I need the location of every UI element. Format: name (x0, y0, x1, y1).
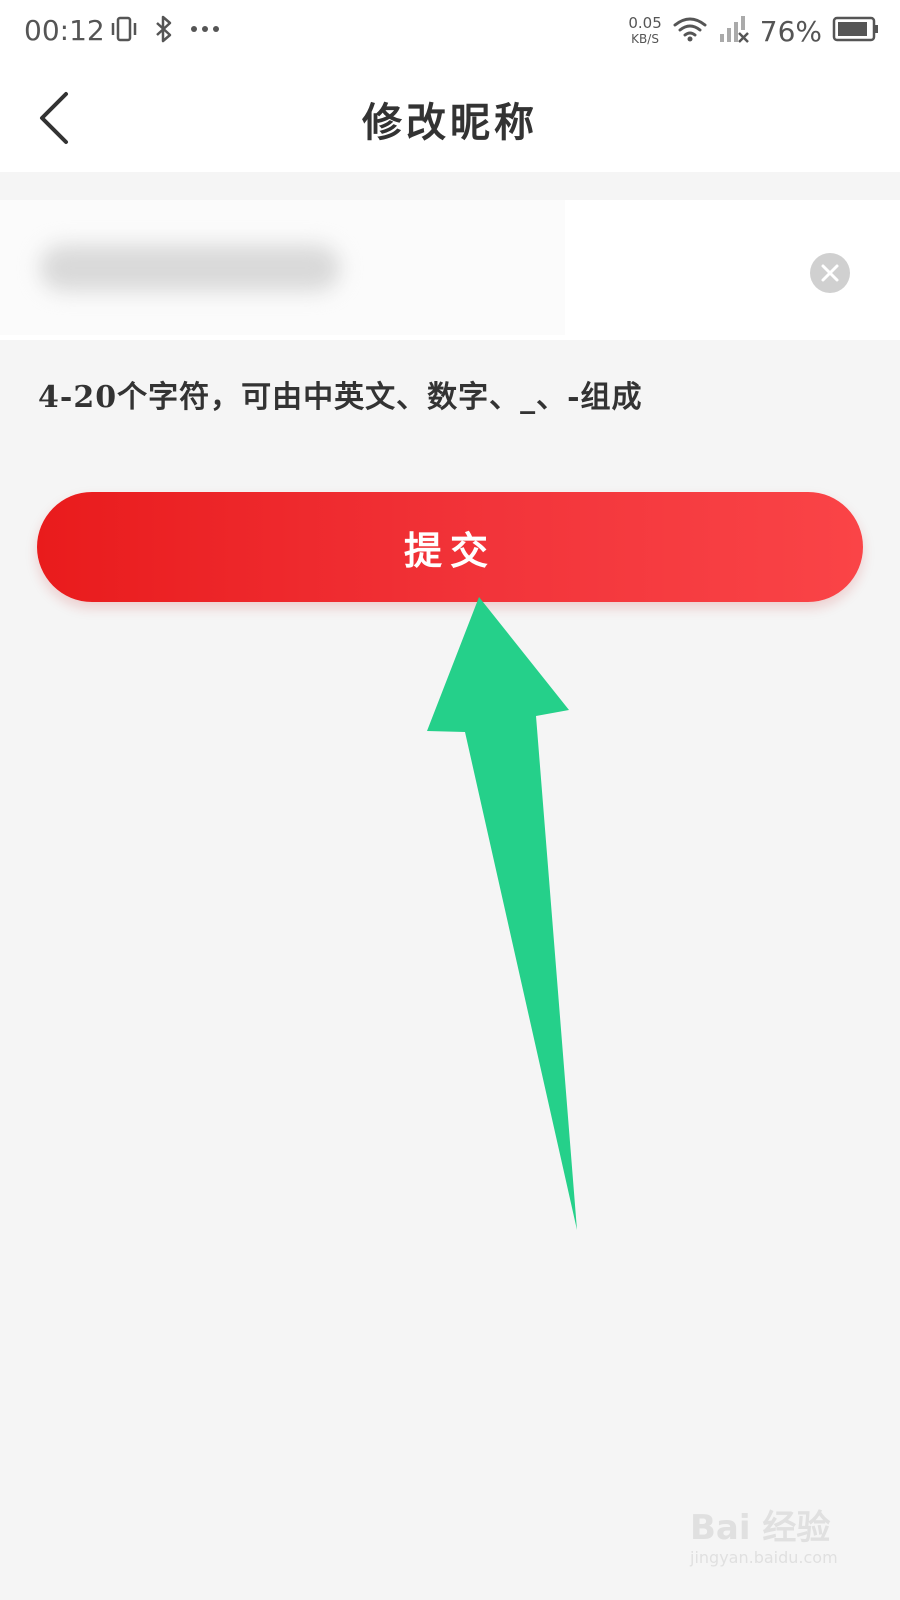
net-speed: 0.05 KB/S (628, 15, 661, 47)
clear-input-button[interactable] (810, 253, 850, 293)
status-time: 00:12 (24, 14, 105, 47)
more-dots-icon (190, 15, 220, 47)
nickname-input-row (0, 200, 900, 340)
redacted-nickname-blur (0, 200, 565, 335)
signal-icon (718, 14, 750, 48)
watermark-main: Bai 经验 (690, 1508, 831, 1548)
baidu-watermark: Bai 经验 jingyan.baidu.com (690, 1500, 870, 1580)
status-bar: 00:12 0.05 KB/S 76% (0, 0, 900, 62)
bluetooth-icon (152, 15, 176, 47)
nickname-rule-hint: 4-20个字符，可由中英文、数字、_、-组成 (38, 380, 643, 415)
net-speed-value: 0.05 (628, 14, 662, 32)
header: 修改昵称 (0, 62, 900, 172)
watermark-sub: jingyan.baidu.com (690, 1548, 838, 1567)
page-title: 修改昵称 (362, 99, 538, 146)
net-speed-unit: KB/S (631, 32, 659, 46)
submit-button[interactable]: 提交 (37, 492, 863, 602)
status-right: 0.05 KB/S 76% (628, 10, 880, 52)
wifi-icon (672, 14, 708, 48)
status-left-icons (110, 15, 220, 47)
blur-smudge (40, 245, 340, 291)
arrow-icon (427, 597, 577, 1230)
battery-icon (832, 15, 880, 47)
battery-percent: 76% (759, 14, 822, 48)
vibrate-icon (110, 15, 138, 47)
close-icon (821, 264, 839, 282)
